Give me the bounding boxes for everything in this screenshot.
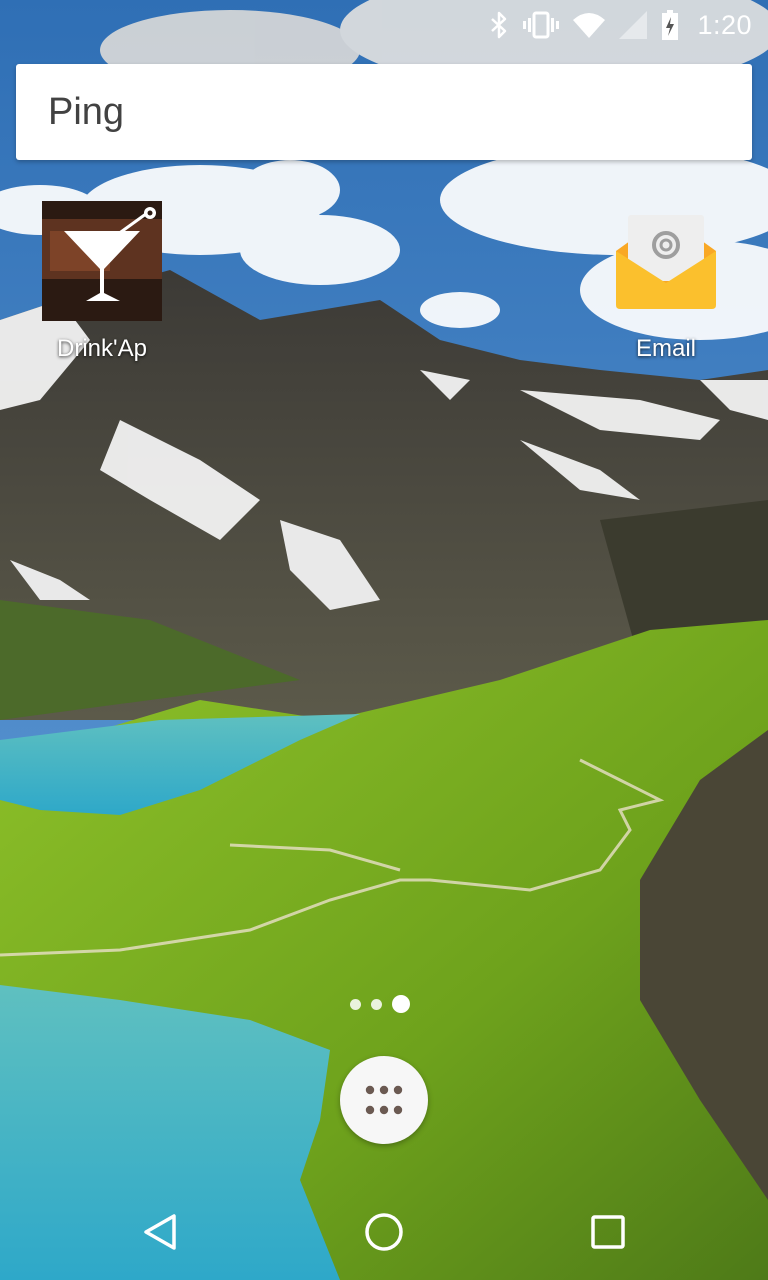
back-icon[interactable] — [136, 1208, 184, 1256]
app-shortcut-drinkap[interactable]: Drink'Ap — [12, 201, 192, 363]
vibrate-icon — [523, 11, 560, 39]
app-label: Drink'Ap — [57, 335, 147, 362]
status-bar: 1:20 — [0, 0, 768, 50]
wifi-icon — [573, 13, 606, 38]
cocktail-glass-icon — [42, 201, 162, 321]
home-screen: 1:20 Ping Drink'Ap Email — [0, 0, 768, 1280]
status-clock: 1:20 — [697, 9, 752, 40]
page-indicator — [350, 993, 420, 1015]
page-dot — [371, 998, 382, 1010]
app-shortcut-email[interactable]: Email — [576, 201, 756, 363]
navigation-bar — [0, 1184, 768, 1280]
app-drawer-button[interactable] — [340, 1056, 428, 1144]
page-dot — [350, 998, 361, 1010]
home-icon[interactable] — [360, 1208, 408, 1256]
battery-charging-icon — [662, 10, 679, 40]
email-envelope-icon — [616, 215, 716, 309]
cell-signal-icon — [619, 11, 648, 39]
search-bar[interactable]: Ping — [16, 64, 752, 160]
recents-icon[interactable] — [584, 1208, 632, 1256]
app-label: Email — [635, 335, 696, 362]
bluetooth-icon — [491, 11, 507, 39]
apps-grid-icon — [365, 1085, 403, 1115]
page-dot-active — [392, 995, 410, 1013]
search-text: Ping — [48, 90, 125, 133]
